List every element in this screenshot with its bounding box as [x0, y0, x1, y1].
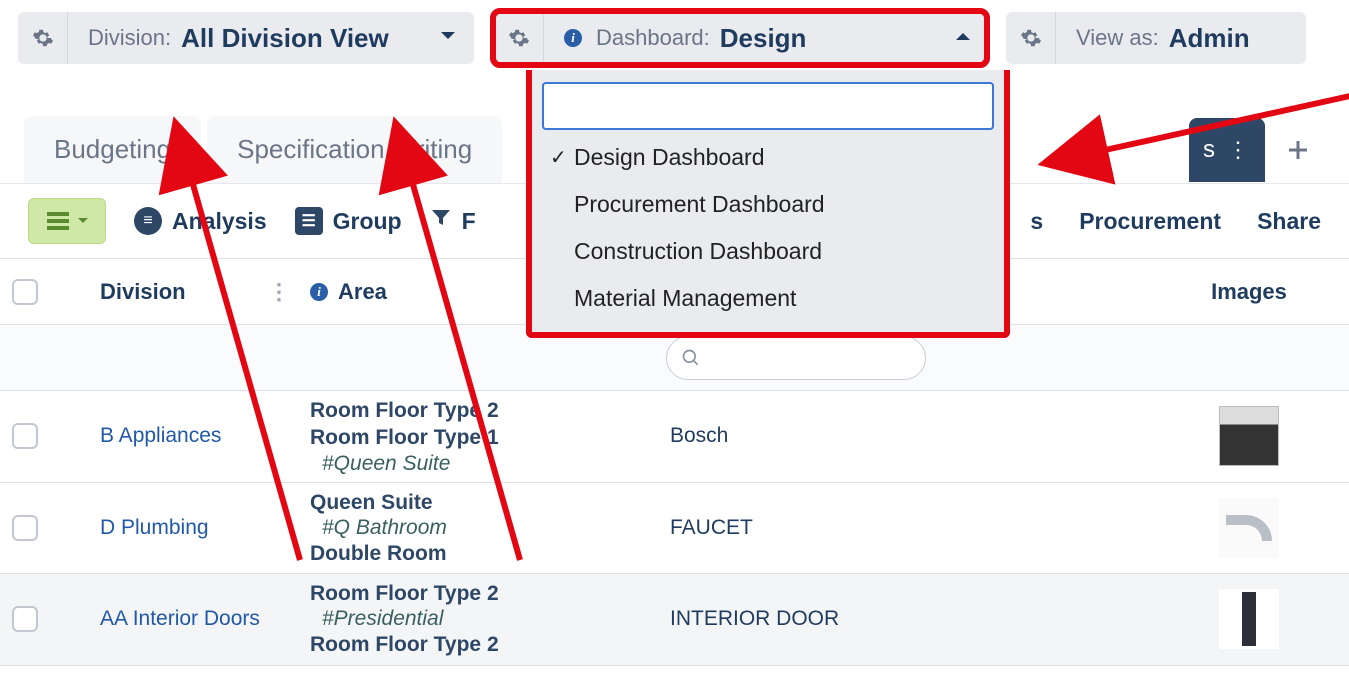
share-link[interactable]: Share	[1257, 208, 1321, 235]
dashboard-selector[interactable]: i Dashboard: Design	[494, 12, 986, 64]
select-all-checkbox[interactable]	[12, 279, 38, 305]
gear-icon[interactable]	[18, 12, 68, 64]
tab-label-partial: s	[1203, 136, 1215, 164]
dropdown-item-label: Construction Dashboard	[574, 238, 822, 265]
area-cell: Room Floor Type 2 #Presidential Room Flo…	[300, 574, 660, 665]
filter-button[interactable]: F	[430, 207, 476, 235]
area-subline: #Presidential	[310, 607, 650, 631]
gear-icon[interactable]	[494, 12, 544, 64]
division-link[interactable]: D Plumbing	[100, 516, 209, 539]
column-label: Area	[338, 279, 387, 305]
product-thumbnail[interactable]	[1219, 498, 1279, 558]
division-link[interactable]: B Appliances	[100, 424, 221, 447]
area-line: Room Floor Type 2	[310, 397, 650, 424]
viewas-value: Admin	[1169, 23, 1250, 54]
menu-button[interactable]	[28, 198, 106, 244]
table-row: B Appliances Room Floor Type 2 Room Floo…	[0, 391, 1349, 483]
dropdown-item-label: Design Dashboard	[574, 144, 765, 171]
analysis-button[interactable]: ≡ Analysis	[134, 207, 267, 235]
area-subline: #Q Bathroom	[310, 516, 650, 540]
dashboard-dropdown-panel: ✓ Design Dashboard Procurement Dashboard…	[526, 70, 1010, 338]
dropdown-item-construction[interactable]: Construction Dashboard	[538, 228, 998, 275]
viewas-label: View as:	[1076, 25, 1159, 51]
column-images[interactable]: Images	[1149, 279, 1349, 305]
info-icon: i	[564, 29, 582, 47]
division-value: All Division View	[181, 23, 389, 54]
chevron-down-icon[interactable]	[439, 29, 457, 47]
gear-icon[interactable]	[1006, 12, 1056, 64]
analysis-label: Analysis	[172, 208, 267, 235]
procurement-link[interactable]: Procurement	[1079, 208, 1221, 235]
active-tab-partial[interactable]: s ⋮	[1189, 118, 1265, 182]
group-button[interactable]: ☰ Group	[295, 207, 402, 235]
dropdown-item-label: Procurement Dashboard	[574, 191, 825, 218]
product-thumbnail[interactable]	[1219, 406, 1279, 466]
analysis-icon: ≡	[134, 207, 162, 235]
kebab-icon[interactable]: ⋮	[268, 279, 290, 305]
table-row: D Plumbing Queen Suite #Q Bathroom Doubl…	[0, 483, 1349, 575]
add-tab-button[interactable]	[1271, 120, 1325, 180]
dropdown-item-material[interactable]: Material Management	[538, 275, 998, 322]
row-checkbox[interactable]	[12, 606, 38, 632]
filter-label: F	[462, 208, 476, 235]
viewas-selector[interactable]: View as: Admin	[1006, 12, 1306, 64]
division-link[interactable]: AA Interior Doors	[100, 607, 260, 630]
check-icon: ✓	[550, 145, 574, 170]
dropdown-item-procurement[interactable]: Procurement Dashboard	[538, 181, 998, 228]
dropdown-item-design[interactable]: ✓ Design Dashboard	[538, 134, 998, 181]
area-line: Room Floor Type 2	[310, 631, 650, 658]
group-icon: ☰	[295, 207, 323, 235]
description-cell: Bosch	[660, 418, 940, 454]
column-label: Division	[100, 279, 186, 305]
top-selector-bar: Division: All Division View i Dashboard:…	[0, 0, 1349, 76]
product-thumbnail[interactable]	[1219, 589, 1279, 649]
filter-icon	[430, 207, 452, 235]
area-line: Queen Suite	[310, 489, 650, 516]
tab-budgeting[interactable]: Budgeting	[24, 116, 201, 183]
area-line: Room Floor Type 2	[310, 580, 650, 607]
area-subline: #Queen Suite	[310, 452, 650, 476]
division-selector[interactable]: Division: All Division View	[18, 12, 474, 64]
column-search-input[interactable]	[666, 336, 926, 380]
info-icon: i	[310, 283, 328, 301]
division-label: Division:	[88, 25, 171, 51]
area-cell: Queen Suite #Q Bathroom Double Room	[300, 483, 660, 574]
table-row: AA Interior Doors Room Floor Type 2 #Pre…	[0, 574, 1349, 666]
area-cell: Room Floor Type 2 Room Floor Type 1 #Que…	[300, 391, 660, 482]
chevron-up-icon[interactable]	[954, 29, 972, 47]
kebab-icon[interactable]: ⋮	[1227, 137, 1251, 163]
tab-specification-writing[interactable]: Specification Writing	[207, 116, 502, 183]
dashboard-search-input[interactable]	[542, 82, 994, 130]
area-line: Room Floor Type 1	[310, 424, 650, 451]
dashboard-value: Design	[720, 23, 807, 54]
column-division[interactable]: Division ⋮	[90, 279, 300, 305]
row-checkbox[interactable]	[12, 515, 38, 541]
dashboard-label: Dashboard:	[596, 25, 710, 51]
row-checkbox[interactable]	[12, 423, 38, 449]
description-cell: INTERIOR DOOR	[660, 601, 940, 637]
area-line: Double Room	[310, 540, 650, 567]
column-label: Images	[1211, 279, 1287, 305]
dropdown-item-label: Material Management	[574, 285, 796, 312]
description-cell: FAUCET	[660, 510, 940, 546]
group-label: Group	[333, 208, 402, 235]
toolbar-link-partial[interactable]: s	[1030, 208, 1043, 235]
